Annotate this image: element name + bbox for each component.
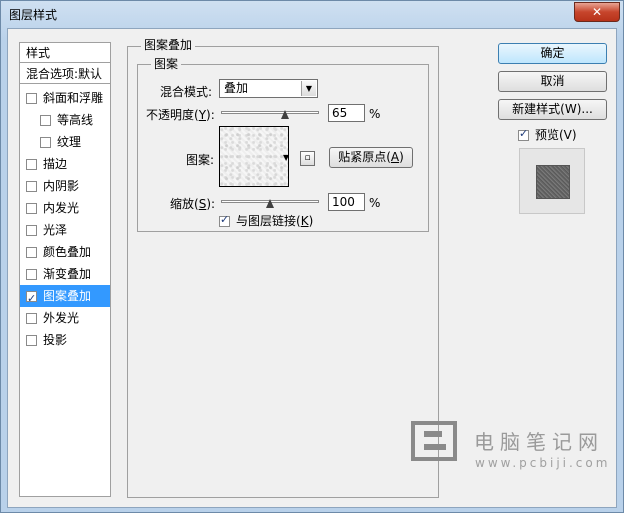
blend-mode-select[interactable]: 叠加 ▼: [219, 79, 318, 98]
style-list-item[interactable]: 描边: [20, 153, 110, 175]
style-list-item-label: 颜色叠加: [43, 245, 92, 259]
pattern-subgroup-title: 图案: [151, 57, 182, 71]
style-list-item-label: 外发光: [43, 311, 80, 325]
blend-mode-label: 混合模式:: [160, 85, 213, 99]
ok-button[interactable]: 确定: [498, 43, 607, 64]
opacity-input[interactable]: 65: [328, 104, 365, 122]
pattern-label: 图案:: [186, 153, 215, 167]
pattern-overlay-title: 图案叠加: [141, 38, 196, 52]
opacity-slider-track[interactable]: [221, 111, 319, 114]
pattern-picker-arrow-icon[interactable]: ▼: [283, 153, 289, 162]
style-list-item-label: 内阴影: [43, 179, 80, 193]
style-checkbox[interactable]: [26, 269, 37, 280]
opacity-label: 不透明度(Y):: [146, 108, 215, 122]
preview-checkbox[interactable]: [518, 127, 529, 141]
style-checkbox[interactable]: [26, 203, 37, 214]
preview-option[interactable]: 预览(V): [518, 126, 577, 143]
style-checkbox[interactable]: [26, 159, 37, 170]
style-checkbox[interactable]: [26, 313, 37, 324]
style-preview: [519, 148, 585, 214]
style-checkbox[interactable]: [26, 181, 37, 192]
style-list-item[interactable]: 内阴影: [20, 175, 110, 197]
style-list-item-label: 等高线: [57, 113, 94, 127]
new-style-button[interactable]: 新建样式(W)...: [498, 99, 607, 120]
style-list-item-label: 图案叠加: [43, 289, 92, 303]
style-checkbox[interactable]: [26, 335, 37, 346]
style-list-item-label: 斜面和浮雕: [43, 91, 104, 105]
cancel-button[interactable]: 取消: [498, 71, 607, 92]
chevron-down-icon: ▼: [301, 81, 316, 96]
styles-list: 样式 混合选项:默认 斜面和浮雕等高线纹理描边内阴影内发光光泽颜色叠加渐变叠加图…: [19, 42, 111, 497]
styles-header[interactable]: 样式: [20, 43, 110, 63]
style-list-item[interactable]: 光泽: [20, 219, 110, 241]
blend-options-item[interactable]: 混合选项:默认: [20, 64, 110, 84]
style-checkbox[interactable]: [40, 115, 51, 126]
link-with-layer-option[interactable]: 与图层链接(K): [219, 212, 313, 229]
style-checkbox[interactable]: [26, 288, 37, 310]
style-list-item[interactable]: 等高线: [20, 109, 110, 131]
style-preview-swatch: [536, 165, 570, 199]
style-list-item[interactable]: 斜面和浮雕: [20, 87, 110, 109]
pattern-swatch[interactable]: [219, 126, 289, 187]
style-list-item[interactable]: 外发光: [20, 307, 110, 329]
style-list-item[interactable]: 颜色叠加: [20, 241, 110, 263]
new-preset-icon[interactable]: ▫: [300, 151, 315, 166]
style-checkbox[interactable]: [26, 225, 37, 236]
window-title: 图层样式: [9, 8, 58, 22]
style-list-item[interactable]: 投影: [20, 329, 110, 351]
close-button[interactable]: ✕: [574, 2, 620, 22]
style-list-item-label: 投影: [43, 333, 68, 347]
style-checkbox[interactable]: [26, 247, 37, 258]
style-checkbox[interactable]: [40, 137, 51, 148]
scale-label: 缩放(S):: [170, 197, 216, 211]
scale-slider-thumb[interactable]: [266, 199, 274, 208]
scale-input[interactable]: 100: [328, 193, 365, 211]
link-with-layer-checkbox[interactable]: [219, 213, 230, 227]
style-list-item-label: 纹理: [57, 135, 82, 149]
opacity-slider-thumb[interactable]: [280, 110, 289, 119]
title-bar[interactable]: 图层样式 ✕: [1, 1, 623, 27]
blend-mode-value: 叠加: [224, 81, 249, 95]
style-list-item[interactable]: 渐变叠加: [20, 263, 110, 285]
style-list-item-label: 光泽: [43, 223, 68, 237]
style-list-item[interactable]: 纹理: [20, 131, 110, 153]
style-checkbox[interactable]: [26, 93, 37, 104]
watermark-title: 电脑笔记网: [474, 430, 604, 454]
watermark-logo-icon: [411, 421, 457, 461]
preview-label: 预览(V): [535, 128, 577, 142]
style-list-item[interactable]: 内发光: [20, 197, 110, 219]
opacity-unit: %: [369, 107, 381, 121]
style-list-item-label: 渐变叠加: [43, 267, 92, 281]
style-list-item-label: 描边: [43, 157, 68, 171]
scale-unit: %: [369, 196, 381, 210]
style-list-item[interactable]: 图案叠加: [20, 285, 110, 310]
style-list-item-label: 内发光: [43, 201, 80, 215]
snap-to-origin-button[interactable]: 贴紧原点(A): [329, 147, 413, 168]
watermark-url: www.pcbiji.com: [475, 456, 611, 470]
